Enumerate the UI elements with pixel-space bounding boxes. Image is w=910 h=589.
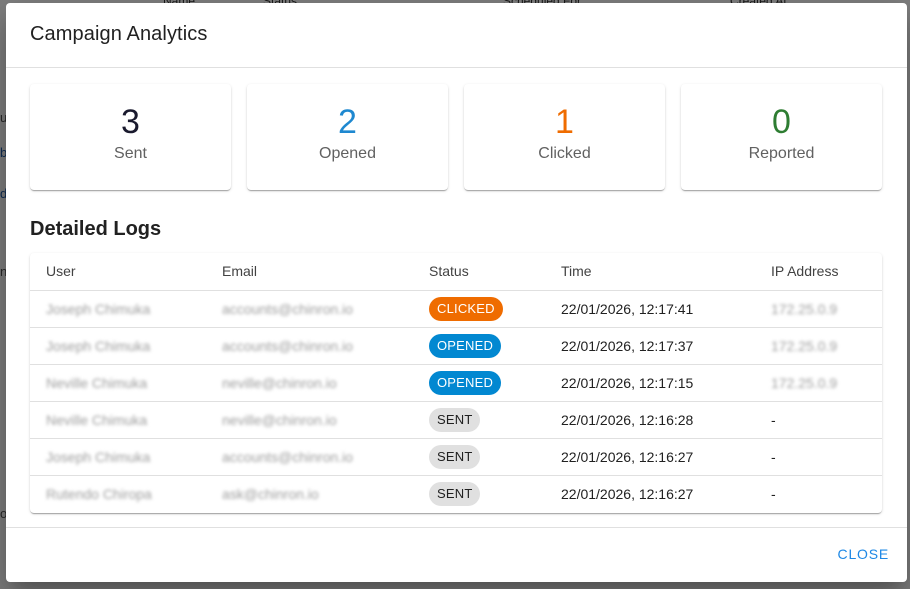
cell-time: 22/01/2026, 12:17:37 xyxy=(545,327,755,365)
cell-time: 22/01/2026, 12:16:28 xyxy=(545,401,755,439)
cell-ip: - xyxy=(755,438,882,476)
cell-email: accounts@chinron.io xyxy=(206,327,413,365)
stat-label: Clicked xyxy=(538,145,591,162)
column-header-ip: IP Address xyxy=(755,253,882,291)
cell-status: OPENED xyxy=(413,364,545,402)
cell-ip: - xyxy=(771,485,776,502)
stat-value: 3 xyxy=(121,103,140,141)
column-header-time: Time xyxy=(545,253,755,291)
cell-status: CLICKED xyxy=(413,290,545,328)
cell-user: Rutendo Chiropa xyxy=(46,485,152,502)
table-row: Joseph Chimuka accounts@chinron.io CLICK… xyxy=(30,290,882,328)
cell-ip: - xyxy=(755,401,882,439)
logs-table: User Email Status Time IP Address Joseph… xyxy=(30,253,882,512)
status-badge: SENT xyxy=(429,481,481,506)
cell-email: accounts@chinron.io xyxy=(206,438,413,476)
cell-user: Joseph Chimuka xyxy=(30,438,206,476)
column-header-user: User xyxy=(30,253,206,291)
cell-time: 22/01/2026, 12:16:27 xyxy=(561,485,694,502)
status-badge: OPENED xyxy=(429,370,502,395)
cell-ip: 172.25.0.9 xyxy=(755,364,882,402)
status-badge: OPENED xyxy=(429,333,502,358)
cell-time: 22/01/2026, 12:16:27 xyxy=(545,438,755,476)
status-badge: SENT xyxy=(429,444,481,469)
status-badge: CLICKED xyxy=(429,296,503,321)
detailed-logs-title: Detailed Logs xyxy=(30,218,162,240)
cell-status: SENT xyxy=(413,475,545,512)
cell-ip: 172.25.0.9 xyxy=(755,327,882,365)
cell-email: accounts@chinron.io xyxy=(206,290,413,328)
stat-value: 0 xyxy=(772,103,791,141)
cell-time: 22/01/2026, 12:17:41 xyxy=(545,290,755,328)
cell-time: 22/01/2026, 12:17:15 xyxy=(545,364,755,402)
cell-user: Neville Chimuka xyxy=(30,364,206,402)
stat-card-reported: 0 Reported xyxy=(681,84,882,190)
table-header-row: User Email Status Time IP Address xyxy=(30,253,882,291)
stat-label: Opened xyxy=(319,145,376,162)
cell-status: OPENED xyxy=(413,327,545,365)
cell-user: Neville Chimuka xyxy=(30,401,206,439)
stat-value: 1 xyxy=(555,103,574,141)
cell-status: SENT xyxy=(413,401,545,439)
table-row: Rutendo Chiropa ask@chinron.io SENT 22/0… xyxy=(30,475,882,512)
column-header-email: Email xyxy=(206,253,413,291)
cell-ip: 172.25.0.9 xyxy=(755,290,882,328)
cell-email: neville@chinron.io xyxy=(206,401,413,439)
close-button[interactable]: CLOSE xyxy=(836,546,891,562)
table-row: Neville Chimuka neville@chinron.io OPENE… xyxy=(30,364,882,402)
column-header-status: Status xyxy=(413,253,545,291)
cell-user: Joseph Chimuka xyxy=(30,327,206,365)
status-badge: SENT xyxy=(429,407,481,432)
table-row: Joseph Chimuka accounts@chinron.io SENT … xyxy=(30,438,882,476)
stat-card-opened: 2 Opened xyxy=(247,84,448,190)
cell-status: SENT xyxy=(413,438,545,476)
table-row: Neville Chimuka neville@chinron.io SENT … xyxy=(30,401,882,439)
stat-card-clicked: 1 Clicked xyxy=(464,84,665,190)
stat-label: Sent xyxy=(114,145,147,162)
cell-user: Joseph Chimuka xyxy=(30,290,206,328)
divider xyxy=(6,67,907,68)
table-row: Joseph Chimuka accounts@chinron.io OPENE… xyxy=(30,327,882,365)
cell-email: ask@chinron.io xyxy=(222,485,319,502)
divider xyxy=(6,527,907,528)
dialog-title: Campaign Analytics xyxy=(30,23,208,45)
stat-label: Reported xyxy=(748,145,815,162)
campaign-analytics-dialog: Campaign Analytics 3 Sent 2 Opened 1 Cli… xyxy=(6,3,907,582)
logs-table-container[interactable]: User Email Status Time IP Address Joseph… xyxy=(30,253,882,513)
cell-email: neville@chinron.io xyxy=(206,364,413,402)
stat-card-sent: 3 Sent xyxy=(30,84,231,190)
stat-value: 2 xyxy=(338,103,357,141)
